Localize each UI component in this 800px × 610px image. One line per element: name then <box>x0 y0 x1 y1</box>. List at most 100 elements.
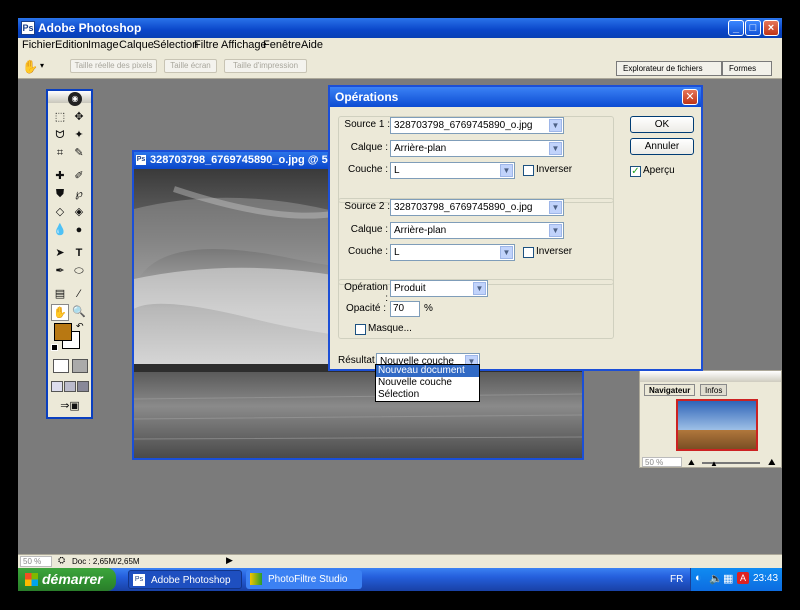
source1-select[interactable]: 328703798_6769745890_o.jpg ▼ <box>390 117 564 134</box>
task-photofiltre-studio[interactable]: PhotoFiltre Studio <box>246 570 362 589</box>
status-menu-arrow-icon[interactable]: ▶ <box>226 555 233 566</box>
ok-button[interactable]: OK <box>630 116 694 133</box>
volume-icon[interactable]: 🔈 <box>709 572 723 585</box>
zoom-in-icon[interactable]: ⛰ <box>768 457 776 468</box>
navigator-thumbnail[interactable] <box>676 399 758 451</box>
screen-mode-full-menu-icon[interactable] <box>64 381 76 392</box>
screen-mode-full-icon[interactable] <box>77 381 89 392</box>
menu-selection[interactable]: Sélection <box>153 39 198 51</box>
clone-stamp-tool-icon[interactable]: ⛊ <box>51 186 69 203</box>
screen-mode-standard-icon[interactable] <box>51 381 63 392</box>
foreground-color-swatch[interactable] <box>54 323 72 341</box>
result-option-selection[interactable]: Sélection <box>376 389 479 401</box>
eraser-tool-icon[interactable]: ◇ <box>51 204 69 221</box>
standard-mode-icon[interactable] <box>53 359 69 373</box>
status-doc-size: Doc : 2,65M/2,65M <box>72 557 140 566</box>
path-selection-tool-icon[interactable]: ➤ <box>51 245 69 262</box>
history-brush-tool-icon[interactable]: ℘ <box>70 186 88 203</box>
navigator-panel-header[interactable] <box>640 371 781 382</box>
infos-tab[interactable]: Infos <box>700 384 728 396</box>
healing-brush-tool-icon[interactable]: ✚ <box>51 168 69 185</box>
source1-value: 328703798_6769745890_o.jpg <box>394 120 533 131</box>
source1-couche-select[interactable]: L ▼ <box>390 162 515 179</box>
tool-preset-dropdown-icon[interactable]: ▾ <box>40 61 44 70</box>
maximize-button[interactable]: □ <box>745 20 761 36</box>
pen-tool-icon[interactable]: ✒ <box>51 263 69 280</box>
source1-calque-select[interactable]: Arrière-plan ▼ <box>390 140 564 157</box>
crop-tool-icon[interactable]: ⌗ <box>51 145 69 162</box>
source2-calque-select[interactable]: Arrière-plan ▼ <box>390 222 564 239</box>
menu-affichage[interactable]: Affichage <box>221 39 267 51</box>
menu-fenetre[interactable]: Fenêtre <box>263 39 301 51</box>
result-option-nouvelle-couche[interactable]: Nouvelle couche <box>376 377 479 389</box>
actual-pixels-button[interactable]: Taille réelle des pixels <box>70 59 157 73</box>
hand-tool-selected-icon[interactable]: ✋ <box>51 304 69 321</box>
print-size-button[interactable]: Taille d'impression <box>224 59 307 73</box>
jump-to-imageready-icon[interactable]: ⇒▣ <box>51 398 89 415</box>
source2-couche-select[interactable]: L ▼ <box>390 244 515 261</box>
quick-mask-mode-icon[interactable] <box>72 359 88 373</box>
start-button[interactable]: démarrer <box>18 568 116 591</box>
clock[interactable]: 23:43 <box>753 573 778 584</box>
marquee-tool-icon[interactable]: ⬚ <box>51 109 69 126</box>
operation-label: Opération : <box>344 282 388 304</box>
swap-colors-icon[interactable]: ↶ <box>76 321 84 332</box>
document-title: 328703798_6769745890_o.jpg @ 50% <box>150 154 344 166</box>
dialog-close-icon[interactable]: ✕ <box>682 89 698 105</box>
magic-wand-tool-icon[interactable]: ✦ <box>70 127 88 144</box>
cancel-button[interactable]: Annuler <box>630 138 694 155</box>
source2-select[interactable]: 328703798_6769745890_o.jpg ▼ <box>390 199 564 216</box>
source2-calque-value: Arrière-plan <box>394 225 447 236</box>
source1-inverser-checkbox[interactable] <box>523 165 534 176</box>
eyedropper-tool-icon[interactable]: ⁄ <box>70 286 88 303</box>
antivirus-icon[interactable]: A <box>737 572 749 584</box>
lasso-tool-icon[interactable]: ᗢ <box>51 127 69 144</box>
operation-select[interactable]: Produit ▼ <box>390 280 488 297</box>
language-indicator[interactable]: FR <box>670 574 683 585</box>
status-zoom-field[interactable]: 50 % <box>20 556 52 567</box>
preview-checkbox[interactable]: ✓ <box>630 166 641 177</box>
close-button[interactable]: × <box>763 20 779 36</box>
adobe-online-icon[interactable]: ◉ <box>68 92 82 106</box>
source1-calque-label: Calque : <box>350 142 388 153</box>
source1-label: Source 1 : <box>344 119 390 130</box>
menu-aide[interactable]: Aide <box>301 39 323 51</box>
shape-tool-icon[interactable]: ⬭ <box>70 263 88 280</box>
blur-tool-icon[interactable]: 💧 <box>51 222 69 239</box>
default-colors-icon[interactable] <box>51 344 58 351</box>
slice-tool-icon[interactable]: ✎ <box>70 145 88 162</box>
hand-tool-icon[interactable]: ✋ <box>22 59 38 75</box>
task-adobe-photoshop[interactable]: Ps Adobe Photoshop <box>128 570 242 589</box>
taskbar: démarrer Ps Adobe Photoshop PhotoFiltre … <box>18 568 782 591</box>
dodge-tool-icon[interactable]: ● <box>70 222 88 239</box>
zoom-out-icon[interactable]: ⛰ <box>688 458 695 468</box>
mask-checkbox[interactable] <box>355 324 366 335</box>
brush-tool-icon[interactable]: ✐ <box>70 168 88 185</box>
menu-fichier[interactable]: Fichier <box>22 39 55 51</box>
navigator-tab[interactable]: Navigateur <box>644 384 696 396</box>
type-tool-icon[interactable]: T <box>70 245 88 262</box>
bluetooth-icon[interactable]: ◐ <box>695 572 702 584</box>
status-doc-icon: ⛭ <box>58 555 66 565</box>
menu-filtre[interactable]: Filtre <box>194 39 218 51</box>
dialog-title-bar[interactable]: Opérations <box>330 87 701 107</box>
network-icon[interactable]: ▦ <box>723 572 733 585</box>
source2-inverser-checkbox[interactable] <box>523 247 534 258</box>
result-option-nouveau-document[interactable]: Nouveau document <box>376 365 479 377</box>
notes-tool-icon[interactable]: ▤ <box>51 286 69 303</box>
navigator-zoom-field[interactable]: 50 % <box>642 457 682 467</box>
move-tool-icon[interactable]: ✥ <box>70 109 88 126</box>
zoom-slider-thumb-icon[interactable]: ▲ <box>710 459 718 468</box>
photoshop-app-icon: Ps <box>21 21 35 35</box>
menu-calque[interactable]: Calque <box>119 39 154 51</box>
menu-edition[interactable]: Edition <box>55 39 89 51</box>
opacity-input[interactable]: 70 <box>390 301 420 317</box>
menu-image[interactable]: Image <box>88 39 119 51</box>
zoom-tool-icon[interactable]: 🔍 <box>70 304 88 321</box>
fit-screen-button[interactable]: Taille écran <box>164 59 217 73</box>
title-bar[interactable]: Ps Adobe Photoshop _ □ × <box>18 18 782 38</box>
paint-bucket-tool-icon[interactable]: ◈ <box>70 204 88 221</box>
shapes-tab[interactable]: Formes <box>722 61 772 76</box>
file-browser-tab[interactable]: Explorateur de fichiers <box>616 61 722 76</box>
minimize-button[interactable]: _ <box>728 20 744 36</box>
